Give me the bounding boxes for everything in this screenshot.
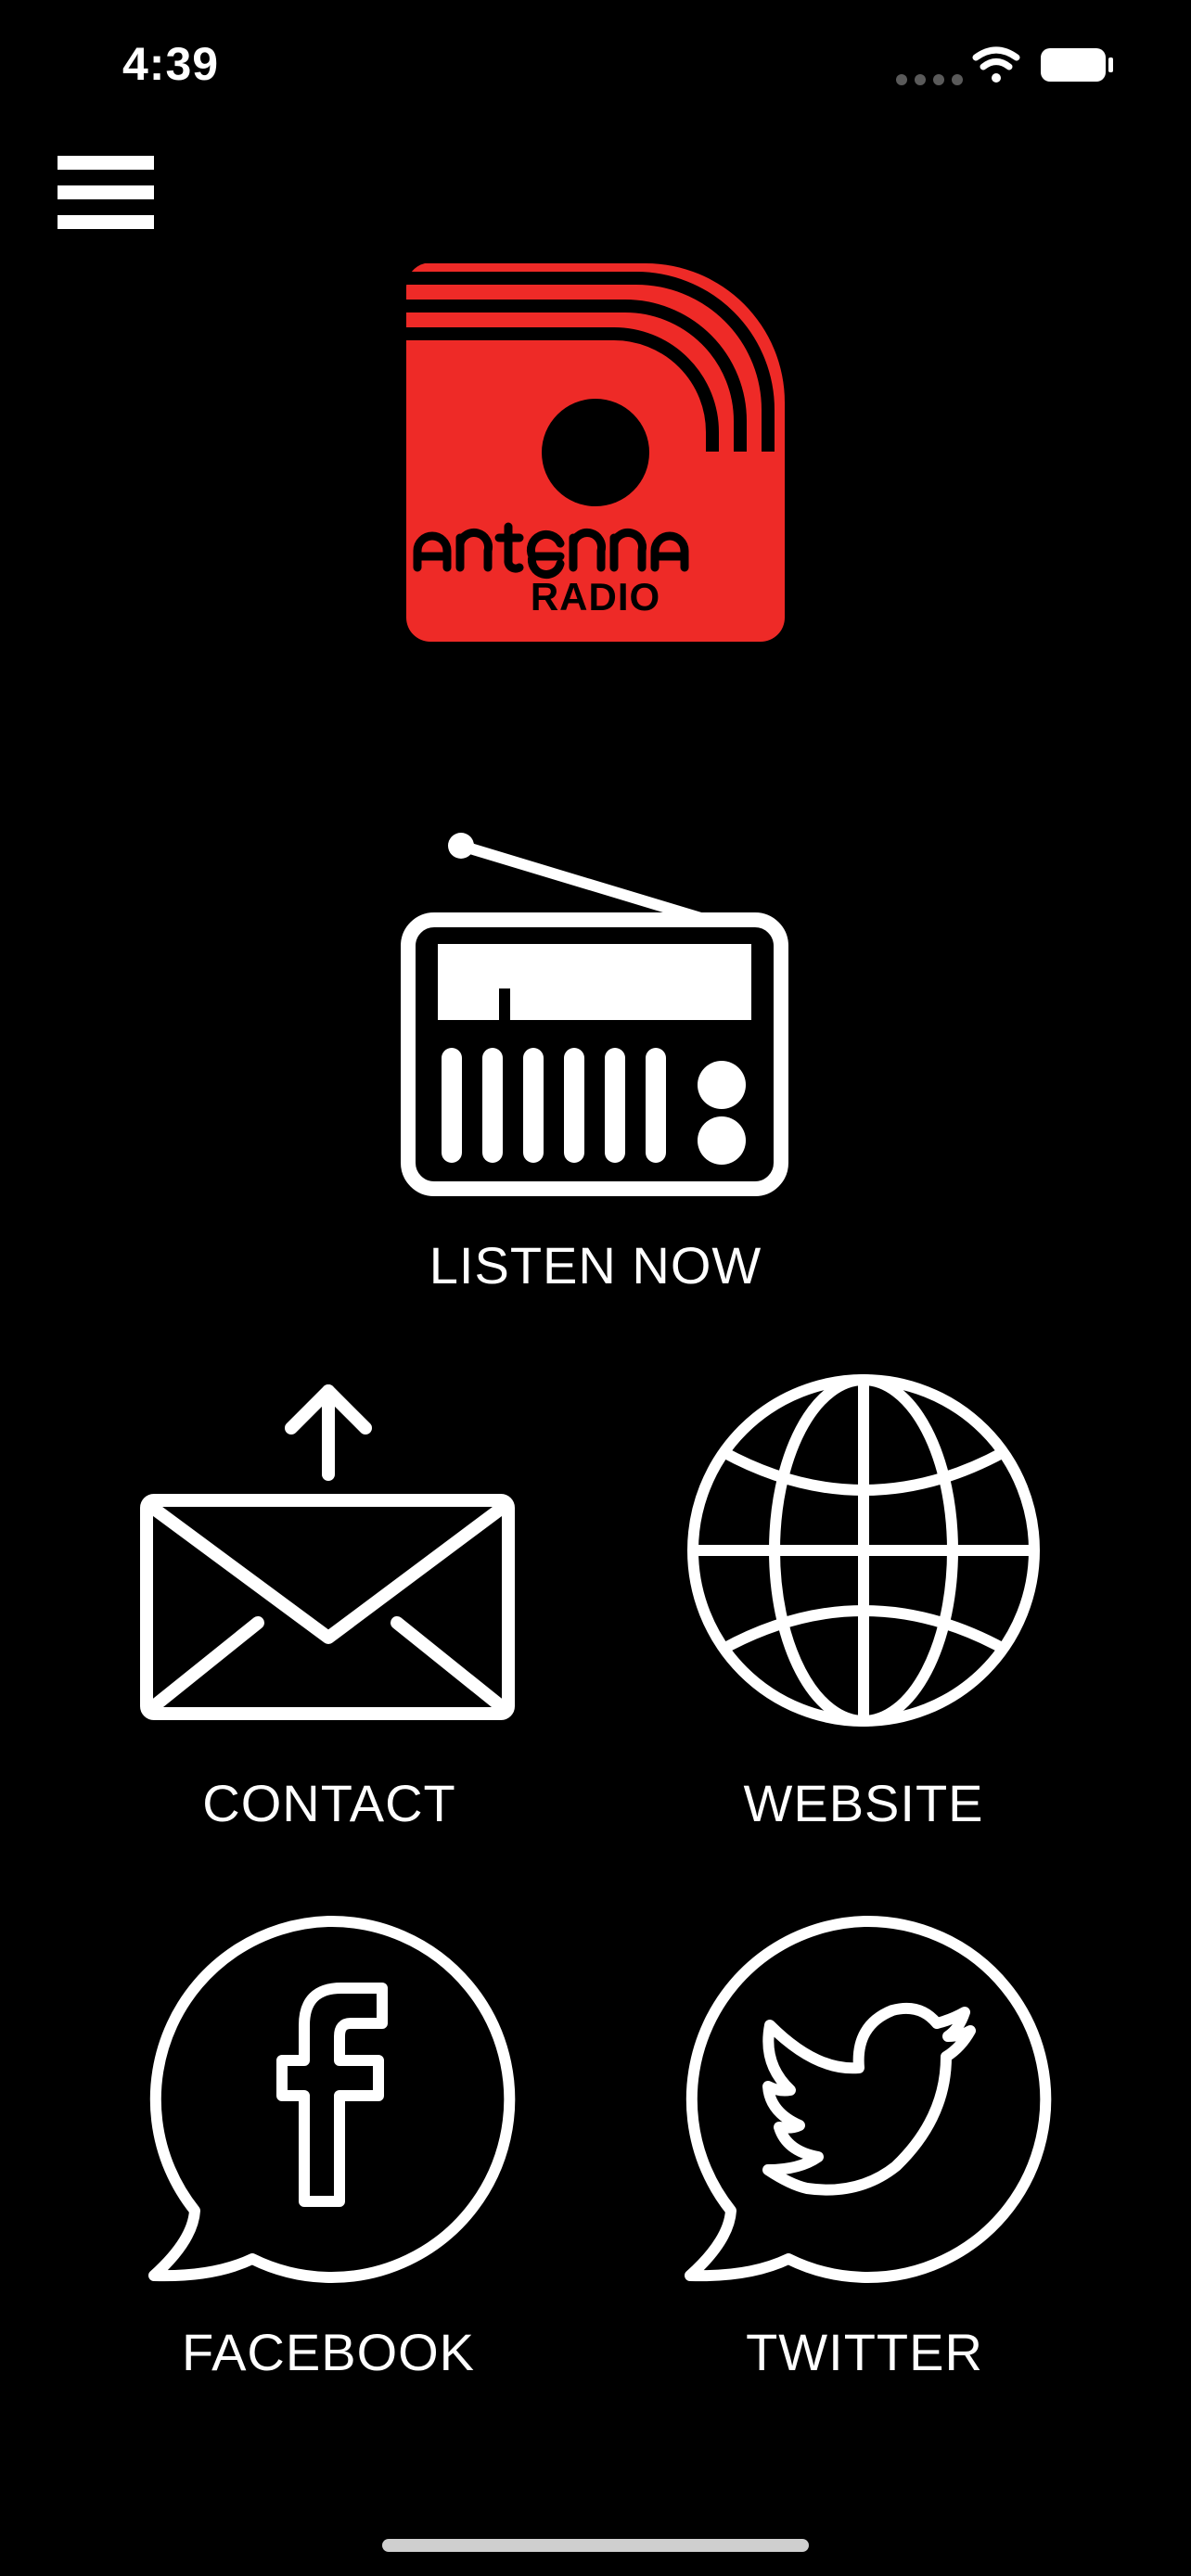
wifi-icon (972, 46, 1020, 83)
twitter-bubble-icon (685, 1915, 1052, 2283)
status-icons (890, 41, 1122, 93)
antenna-radio-logo: RADIO (404, 261, 787, 644)
status-time: 4:39 (122, 38, 220, 90)
logo-radio-text: RADIO (530, 575, 661, 618)
website-label: WEBSITE (743, 1774, 984, 1832)
facebook-label: FACEBOOK (181, 2323, 476, 2381)
contact-button[interactable]: CONTACT (139, 1380, 519, 1834)
battery-icon (1041, 48, 1113, 82)
home-indicator[interactable] (382, 2539, 809, 2552)
hamburger-menu-icon (58, 150, 154, 236)
listen-now-button[interactable]: LISTEN NOW (401, 825, 790, 1307)
twitter-label: TWITTER (746, 2323, 983, 2381)
radio-icon (401, 833, 788, 1196)
globe-icon (687, 1374, 1040, 1727)
envelope-upload-icon (140, 1384, 515, 1720)
twitter-button[interactable]: TWITTER (677, 1914, 1052, 2391)
website-button[interactable]: WEBSITE (675, 1372, 1052, 1834)
facebook-button[interactable]: FACEBOOK (141, 1914, 516, 2391)
listen-now-label: LISTEN NOW (429, 1236, 762, 1294)
signal-dots-icon (896, 74, 963, 85)
facebook-bubble-icon (148, 1915, 516, 2283)
menu-button[interactable] (58, 150, 154, 236)
contact-label: CONTACT (202, 1774, 456, 1832)
